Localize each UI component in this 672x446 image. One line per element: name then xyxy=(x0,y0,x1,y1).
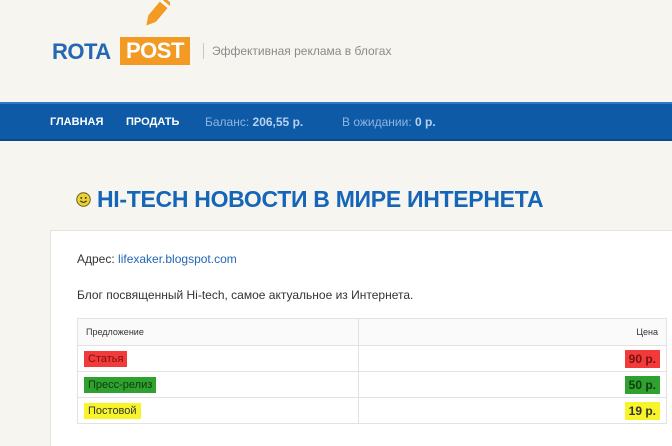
blog-info-panel: Адрес: lifexaker.blogspot.com Блог посвя… xyxy=(50,230,672,446)
offer-name-cell: Пресс-релиз xyxy=(77,371,359,398)
tagline: Эффективная реклама в блогах xyxy=(212,44,392,58)
offer-price: 19 р. xyxy=(624,401,660,420)
offer-name: Пресс-релиз xyxy=(84,376,157,393)
logo-post-text: POST xyxy=(120,37,190,65)
logo-rota-text: ROTA xyxy=(52,39,111,64)
tagline-divider xyxy=(203,43,204,59)
offer-price-cell: 50 р. xyxy=(358,371,667,398)
site-logo[interactable]: ROTA POST xyxy=(52,0,192,66)
table-header-row: Предложение Цена xyxy=(77,318,667,346)
address-line: Адрес: lifexaker.blogspot.com xyxy=(77,252,237,266)
offer-price: 90 р. xyxy=(624,349,660,368)
offer-name: Постовой xyxy=(84,402,141,419)
nav-item-sell[interactable]: ПРОДАТЬ xyxy=(126,116,179,128)
offers-table: Предложение Цена Статья 90 р. Пресс-рели… xyxy=(77,318,667,424)
address-link[interactable]: lifexaker.blogspot.com xyxy=(118,252,237,266)
page-title: HI-TECH НОВОСТИ В МИРЕ ИНТЕРНЕТА xyxy=(97,186,544,212)
balance-value: 206,55 р. xyxy=(252,115,304,129)
offer-name-cell: Статья xyxy=(77,345,359,372)
offer-name: Статья xyxy=(84,350,128,367)
offer-price-cell: 90 р. xyxy=(358,345,667,372)
main-nav: ГЛАВНАЯ ПРОДАТЬ Баланс: 206,55 р. В ожид… xyxy=(0,102,672,141)
offer-price: 50 р. xyxy=(624,375,660,394)
balance-stat: Баланс: 206,55 р. xyxy=(205,115,303,129)
column-header-offer: Предложение xyxy=(77,318,359,346)
column-header-price: Цена xyxy=(358,318,667,346)
pending-stat: В ожидании: 0 р. xyxy=(342,115,436,129)
offer-name-cell: Постовой xyxy=(77,397,359,424)
table-row[interactable]: Пресс-релиз 50 р. xyxy=(77,371,667,398)
offer-price-cell: 19 р. xyxy=(358,397,667,424)
blog-description: Блог посвященный Hi-tech, самое актуальн… xyxy=(77,288,414,302)
table-row[interactable]: Статья 90 р. xyxy=(77,345,667,372)
balance-label: Баланс: xyxy=(205,115,250,129)
smiley-icon xyxy=(76,192,91,207)
pending-value: 0 р. xyxy=(415,115,436,129)
pending-label: В ожидании: xyxy=(342,115,412,129)
address-label: Адрес: xyxy=(77,252,115,266)
table-row[interactable]: Постовой 19 р. xyxy=(77,397,667,424)
nav-item-home[interactable]: ГЛАВНАЯ xyxy=(50,116,103,128)
pencil-icon xyxy=(146,0,170,26)
